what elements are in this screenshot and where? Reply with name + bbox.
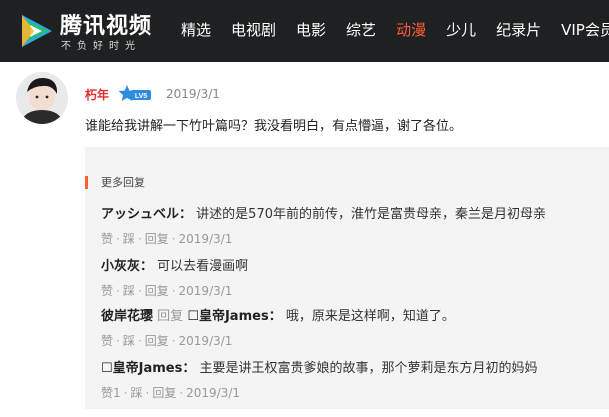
dislike-button[interactable]: 踩 — [123, 232, 135, 246]
nav-item-documentary[interactable]: 纪录片 — [496, 19, 541, 40]
brand-slogan: 不负好时光 — [61, 41, 141, 52]
nav-item-anime[interactable]: 动漫 — [396, 19, 426, 40]
reply-item: 小灰灰： 可以去看漫画啊 赞 · 踩 · 回复 · 2019/3/1 — [101, 259, 249, 298]
like-button[interactable]: 赞 — [101, 284, 113, 298]
reply-item: 彼岸花璎 回复 ☐皇帝James： 哦，原来是这样啊，知道了。 赞 · 踩 · 回复 · 2… — [101, 309, 455, 348]
reply-button[interactable]: 回复 — [145, 232, 169, 246]
nav-item-tv-series[interactable]: 电视剧 — [231, 19, 276, 40]
reply-username[interactable]: アッシュベル — [101, 207, 179, 222]
brand-name[interactable]: 腾讯视频 — [60, 8, 152, 40]
replies-panel: 更多回复 アッシュベル： 讲述的是570年前的前传，淮竹是富贵母亲，秦兰是月初母… — [85, 147, 609, 409]
top-nav-bar: 腾讯视频 不负好时光 精选 电视剧 电影 综艺 动漫 少儿 纪录片 VIP会员 — [0, 0, 609, 62]
reply-date: 2019/3/1 — [178, 284, 233, 298]
reply-date: 2019/3/1 — [186, 386, 241, 400]
comment-date: 2019/3/1 — [166, 87, 220, 101]
reply-username[interactable]: ☐皇帝James — [101, 361, 182, 376]
nav-item-featured[interactable]: 精选 — [181, 19, 211, 40]
more-replies-title[interactable]: 更多回复 — [85, 176, 145, 189]
level-badge-icon: LV5 — [119, 85, 151, 101]
reply-button[interactable]: 回复 — [145, 334, 169, 348]
main-nav: 精选 电视剧 电影 综艺 动漫 少儿 纪录片 VIP会员 — [181, 19, 609, 40]
dislike-button[interactable]: 踩 — [130, 386, 142, 400]
tencent-video-logo-icon[interactable] — [16, 11, 56, 51]
level-badge-text: LV5 — [135, 93, 147, 100]
like-button[interactable]: 赞 — [101, 334, 113, 348]
reply-text: 主要是讲王权富贵爹娘的故事，那个萝莉是东方月初的妈妈 — [199, 361, 538, 376]
nav-item-vip[interactable]: VIP会员 — [561, 19, 609, 40]
reply-to-label: 回复 — [157, 309, 184, 324]
like-button[interactable]: 赞 — [101, 232, 113, 246]
reply-text: 可以去看漫画啊 — [157, 259, 249, 274]
reply-item: ☐皇帝James： 主要是讲王权富贵爹娘的故事，那个萝莉是东方月初的妈妈 赞1 ·… — [101, 361, 538, 400]
reply-target-username[interactable]: ☐皇帝James — [187, 309, 268, 324]
dislike-button[interactable]: 踩 — [123, 284, 135, 298]
user-avatar[interactable] — [16, 72, 68, 124]
comment-username[interactable]: 朽年 — [85, 86, 109, 103]
reply-button[interactable]: 回复 — [152, 386, 176, 400]
reply-text: 讲述的是570年前的前传，淮竹是富贵母亲，秦兰是月初母亲 — [196, 207, 546, 222]
reply-username[interactable]: 彼岸花璎 — [101, 309, 153, 324]
reply-item: アッシュベル： 讲述的是570年前的前传，淮竹是富贵母亲，秦兰是月初母亲 赞 · 踩… — [101, 207, 546, 246]
reply-button[interactable]: 回复 — [145, 284, 169, 298]
reply-date: 2019/3/1 — [178, 232, 233, 246]
reply-date: 2019/3/1 — [178, 334, 233, 348]
nav-item-movies[interactable]: 电影 — [296, 19, 326, 40]
comment-text: 谁能给我讲解一下竹叶篇吗？我没看明白，有点懵逼，谢了各位。 — [85, 119, 463, 134]
like-button[interactable]: 赞1 — [101, 386, 121, 400]
reply-username[interactable]: 小灰灰 — [101, 259, 140, 274]
reply-text: 哦，原来是这样啊，知道了。 — [285, 309, 455, 324]
nav-item-variety[interactable]: 综艺 — [346, 19, 376, 40]
dislike-button[interactable]: 踩 — [123, 334, 135, 348]
nav-item-kids[interactable]: 少儿 — [446, 19, 476, 40]
